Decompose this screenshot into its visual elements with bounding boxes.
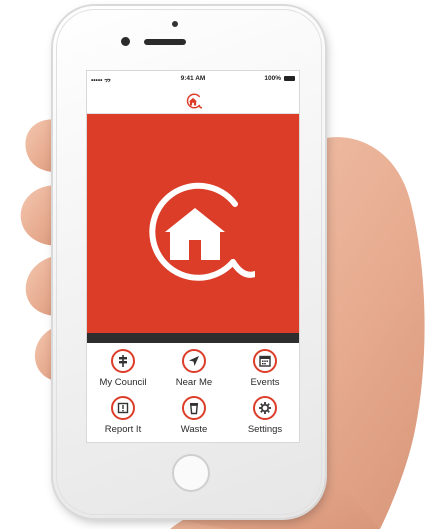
- home-button[interactable]: [172, 454, 210, 492]
- phone-screen: ••••• ᯄ 9:41 AM 100% My Council Near Me …: [86, 70, 300, 443]
- signpost-icon: [111, 349, 135, 373]
- battery-icon: [284, 76, 295, 81]
- menu-item-label: Events: [250, 377, 280, 388]
- house-in-circle-icon[interactable]: [184, 92, 202, 110]
- proximity-sensor: [172, 21, 178, 27]
- gear-icon: [253, 396, 277, 420]
- earpiece-speaker: [144, 39, 186, 45]
- location-arrow-icon: [182, 349, 206, 373]
- menu-item-label: Settings: [247, 424, 283, 435]
- menu-item-label: Waste: [180, 424, 208, 435]
- menu-item-settings[interactable]: Settings: [229, 396, 299, 442]
- status-bar: ••••• ᯄ 9:41 AM 100%: [87, 71, 299, 87]
- calendar-icon: [253, 349, 277, 373]
- menu-item-near-me[interactable]: Near Me: [158, 349, 230, 397]
- bin-icon: [182, 396, 206, 420]
- hero-banner: [87, 114, 299, 333]
- battery-percent: 100%: [264, 75, 281, 82]
- menu-item-events[interactable]: Events: [229, 349, 299, 397]
- menu-item-label: My Council: [99, 377, 147, 388]
- menu-item-waste[interactable]: Waste: [158, 396, 230, 442]
- menu-item-my-council[interactable]: My Council: [87, 349, 159, 397]
- house-in-circle-icon: [149, 182, 255, 281]
- alert-icon: [111, 396, 135, 420]
- menu-item-label: Near Me: [175, 377, 213, 388]
- menu-item-report-it[interactable]: Report It: [87, 396, 159, 442]
- menu-grid: My Council Near Me Events Report It Wast…: [87, 343, 299, 442]
- nav-bar: [87, 87, 299, 114]
- menu-item-label: Report It: [104, 424, 142, 435]
- divider-band: [87, 333, 299, 343]
- front-camera: [121, 37, 130, 46]
